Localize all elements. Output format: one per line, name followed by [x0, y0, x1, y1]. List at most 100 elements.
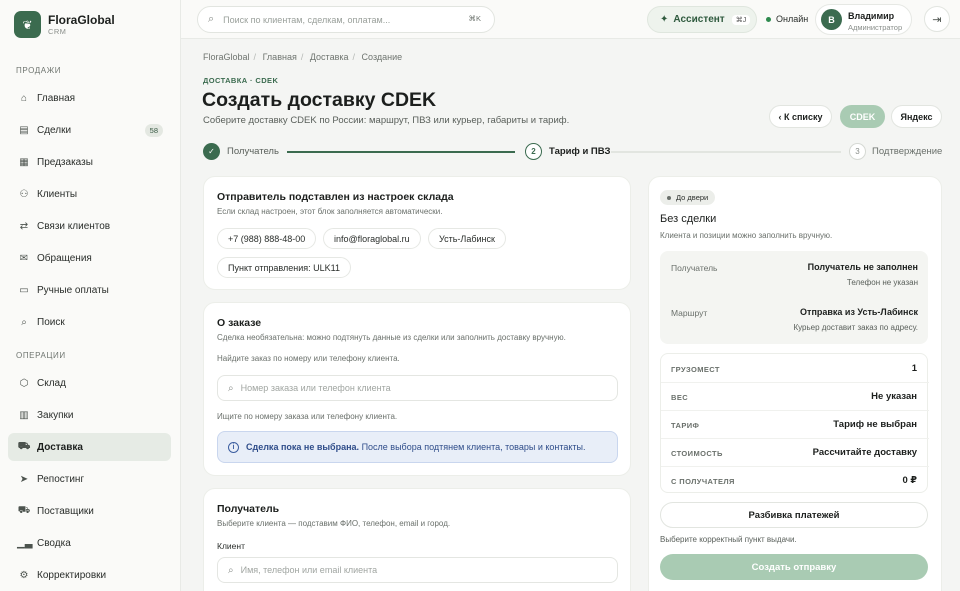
- sidebar-item-label: Обращения: [37, 252, 92, 264]
- calendar-icon: ▦: [19, 156, 29, 168]
- sidebar-item-search[interactable]: ⌕ Поиск: [8, 308, 171, 336]
- info-icon: i: [228, 441, 239, 453]
- payments-breakdown-button[interactable]: Разбивка платежей: [660, 502, 928, 528]
- back-to-list-button[interactable]: ‹ К списку: [769, 105, 832, 128]
- page-title: Создать доставку CDEK: [202, 89, 437, 111]
- sidebar-item-requests[interactable]: ✉ Обращения: [8, 244, 171, 272]
- sidebar-item-label: Корректировки: [37, 569, 107, 581]
- sidebar-item-delivery[interactable]: ⛟ Доставка: [8, 433, 171, 461]
- client-field-label: Клиент: [217, 541, 245, 551]
- sender-pickup-point-chip: Пункт отправления: ULK11: [217, 257, 351, 278]
- user-menu[interactable]: В Владимир Администратор: [815, 4, 912, 35]
- divider: [661, 410, 929, 411]
- brand-name: FloraGlobal: [48, 12, 115, 27]
- search-icon: ⌕: [21, 316, 27, 328]
- brand[interactable]: ❦ FloraGlobal CRM: [14, 11, 115, 38]
- divider: [661, 382, 929, 383]
- metric-value: Не указан: [871, 391, 917, 402]
- inbox-icon: ✉: [19, 252, 29, 264]
- step-1-label[interactable]: Получатель: [227, 146, 279, 157]
- badge-dot-icon: [667, 195, 671, 200]
- metric-label: ТАРИФ: [671, 421, 700, 430]
- online-dot-icon: [766, 16, 771, 22]
- assistant-button[interactable]: ✦ Ассистент ⌘J: [647, 6, 757, 33]
- sidebar-item-label: Поставщики: [37, 505, 94, 517]
- section-label-operations: ОПЕРАЦИИ: [16, 351, 66, 360]
- sender-email-chip: info@floraglobal.ru: [323, 228, 421, 249]
- client-search-input[interactable]: ⌕ Имя, телефон или email клиента: [217, 557, 618, 583]
- send-icon: ➤: [19, 473, 29, 485]
- step-line-todo: [611, 151, 841, 153]
- yandex-tab-button[interactable]: Яндекс: [891, 105, 942, 128]
- sidebar-item-label: Поиск: [37, 316, 65, 328]
- global-search-input[interactable]: ⌕ Поиск по клиентам, сделкам, оплатам...…: [197, 6, 495, 33]
- sidebar-item-clients[interactable]: ⚇ Клиенты: [8, 180, 171, 208]
- recipient-title: Получатель: [217, 503, 280, 515]
- search-icon: ⌕: [228, 382, 234, 394]
- sidebar-item-summary[interactable]: ▁▃ Сводка: [8, 529, 171, 557]
- metric-value: 0 ₽: [902, 475, 917, 486]
- delivery-mode-label: До двери: [676, 193, 709, 202]
- logout-icon[interactable]: ⇥: [924, 6, 950, 32]
- route-value: Отправка из Усть-Лабинск: [800, 307, 918, 317]
- metric-value: Тариф не выбран: [833, 419, 917, 430]
- step-1-check-icon: ✓: [203, 143, 220, 160]
- step-3-label[interactable]: Подтверждение: [872, 146, 942, 157]
- step-line-done: [287, 151, 515, 153]
- sidebar-item-purchases[interactable]: ▥ Закупки: [8, 401, 171, 429]
- delivery-mode-badge: До двери: [660, 190, 716, 205]
- order-title: О заказе: [217, 317, 262, 329]
- recipient-phone: Телефон не указан: [846, 278, 918, 287]
- search-icon: ⌕: [208, 13, 215, 25]
- breadcrumb-item[interactable]: Доставка: [310, 52, 349, 62]
- truck-icon: ⛟: [17, 440, 31, 452]
- sidebar-item-manual-payments[interactable]: ▭ Ручные оплаты: [8, 276, 171, 304]
- order-search-input[interactable]: ⌕ Номер заказа или телефон клиента: [217, 375, 618, 401]
- assistant-shortcut: ⌘J: [731, 14, 751, 25]
- step-2-number: 2: [525, 143, 542, 160]
- cdek-tab-button[interactable]: CDEK: [840, 105, 885, 128]
- sidebar-item-reposting[interactable]: ➤ Репостинг: [8, 465, 171, 493]
- user-role: Администратор: [848, 23, 903, 32]
- order-search-placeholder: Номер заказа или телефон клиента: [240, 383, 391, 393]
- deal-not-selected-alert: i Сделка пока не выбрана. После выбора п…: [217, 431, 618, 463]
- sidebar-item-label: Клиенты: [37, 188, 78, 200]
- order-search-hint: Ищите по номеру заказа или телефону клие…: [217, 412, 398, 421]
- sidebar-item-label: Связи клиентов: [37, 220, 111, 232]
- metric-label: ГРУЗОМЕСТ: [671, 365, 720, 374]
- sidebar-item-preorders[interactable]: ▦ Предзаказы: [8, 148, 171, 176]
- sidebar-item-label: Предзаказы: [37, 156, 93, 168]
- home-icon: ⌂: [20, 92, 28, 104]
- create-shipment-button[interactable]: Создать отправку: [660, 554, 928, 580]
- receipt-icon: ▥: [19, 409, 29, 421]
- deal-subtitle: Клиента и позиции можно заполнить вручну…: [660, 231, 833, 240]
- sidebar-item-warehouse[interactable]: ⬡ Склад: [8, 369, 171, 397]
- deals-count-badge: 58: [144, 124, 163, 137]
- sidebar-item-home[interactable]: ⌂ Главная: [8, 84, 171, 112]
- breadcrumb-item[interactable]: FloraGlobal: [203, 52, 250, 62]
- sidebar-item-label: Сводка: [37, 537, 71, 549]
- users-icon: ⚇: [19, 188, 29, 200]
- chart-icon: ▁▃: [17, 537, 33, 549]
- search-icon: ⌕: [228, 564, 234, 576]
- sidebar-item-suppliers[interactable]: ⛟ Поставщики: [8, 497, 171, 525]
- sidebar-item-label: Сделки: [37, 124, 72, 136]
- step-3-number: 3: [849, 143, 866, 160]
- sidebar-item-deals[interactable]: ▤ Сделки 58: [8, 116, 171, 144]
- recipient-subtitle: Выберите клиента — подставим ФИО, телефо…: [217, 519, 451, 528]
- sparkle-icon: ✦: [660, 14, 669, 25]
- summary-box: Получатель Получатель не заполнен Телефо…: [660, 251, 928, 344]
- page-eyebrow: ДОСТАВКА · CDEK: [203, 76, 279, 85]
- metric-label: ВЕС: [671, 393, 689, 402]
- order-find-label: Найдите заказ по номеру или телефону кли…: [217, 354, 400, 363]
- step-2-label[interactable]: Тариф и ПВЗ: [549, 146, 610, 157]
- breadcrumb-item[interactable]: Главная: [263, 52, 297, 62]
- route-label: Маршрут: [671, 308, 708, 318]
- leaf-logo-icon: ❦: [14, 11, 41, 38]
- order-subtitle: Сделка необязательна: можно подтянуть да…: [217, 333, 566, 342]
- sidebar-item-client-links[interactable]: ⇄ Связи клиентов: [8, 212, 171, 240]
- sidebar-item-adjustments[interactable]: ⚙ Корректировки: [8, 561, 171, 589]
- metrics-list: ГРУЗОМЕСТ 1 ВЕС Не указан ТАРИФ Тариф не…: [660, 353, 929, 493]
- recipient-value: Получатель не заполнен: [807, 262, 918, 272]
- sidebar-item-label: Репостинг: [37, 473, 85, 485]
